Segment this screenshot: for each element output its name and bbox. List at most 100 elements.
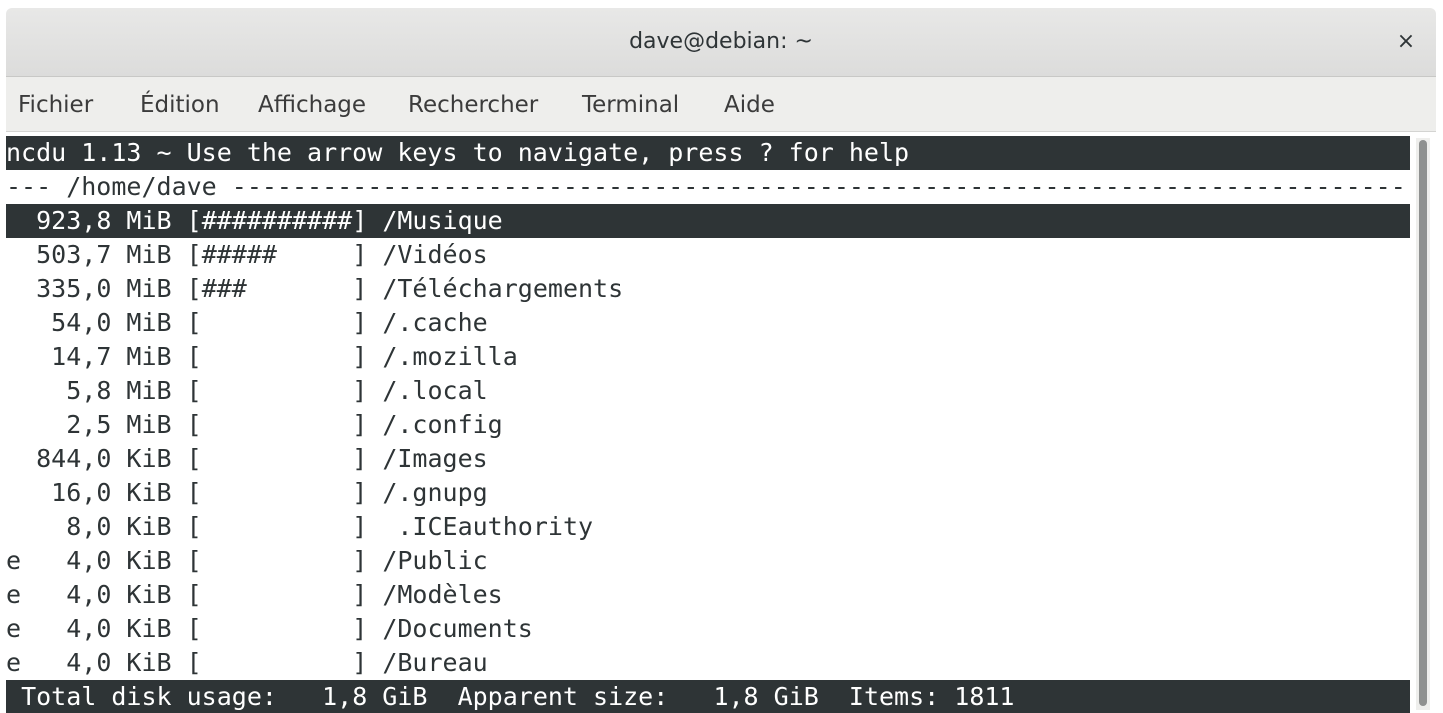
- row-flag-text: e: [6, 546, 22, 575]
- row-flag: [6, 444, 21, 473]
- row-bar-close: ]: [352, 274, 383, 303]
- row-size: 5,8 MiB: [21, 376, 171, 405]
- row-size-text: 54,0 MiB: [36, 308, 172, 337]
- row-name: /Modèles: [382, 580, 502, 609]
- menu-terminal[interactable]: Terminal: [582, 77, 679, 131]
- row-bar-open: [: [171, 308, 202, 337]
- row-size: 4,0 KiB: [21, 546, 172, 575]
- menu-aide[interactable]: Aide: [724, 77, 775, 131]
- terminal-area[interactable]: ncdu 1.13 ~ Use the arrow keys to naviga…: [6, 132, 1436, 713]
- row-name-text: /Modèles: [382, 580, 503, 609]
- row-flag-text: e: [6, 648, 22, 677]
- row-bar-open: [: [171, 546, 202, 575]
- window-title: dave@debian: ~: [629, 29, 813, 54]
- menu-rechercher[interactable]: Rechercher: [408, 77, 538, 131]
- row-bar: ##########: [202, 206, 353, 235]
- row-name-text: /Bureau: [382, 648, 488, 677]
- file-row[interactable]: e 4,0 KiB [ ] /Bureau: [6, 646, 1410, 680]
- row-bar-close: ]: [352, 410, 383, 439]
- file-row[interactable]: e 4,0 KiB [ ] /Public: [6, 544, 1410, 578]
- row-bar: [202, 580, 353, 609]
- row-name: /Images: [382, 444, 487, 473]
- row-bar: [202, 376, 353, 405]
- row-name-text: /Vidéos: [382, 240, 488, 269]
- row-flag-text: e: [6, 614, 22, 643]
- menu-fichier[interactable]: Fichier: [18, 77, 93, 131]
- row-name: /.gnupg: [382, 478, 487, 507]
- file-row[interactable]: 2,5 MiB [ ] /.config: [6, 408, 1410, 442]
- row-flag-text: [6, 342, 21, 371]
- row-bar-text: [202, 376, 353, 405]
- row-bar: [202, 410, 353, 439]
- ncdu-header: ncdu 1.13 ~ Use the arrow keys to naviga…: [6, 136, 1410, 170]
- items-count: 1811: [954, 682, 1015, 711]
- row-name: /Vidéos: [382, 240, 487, 269]
- row-size-text: 503,7 MiB: [36, 240, 172, 269]
- row-flag-text: e: [6, 580, 22, 609]
- row-name-text: /.gnupg: [382, 478, 488, 507]
- row-flag: [6, 342, 21, 371]
- file-row[interactable]: 335,0 MiB [### ] /Téléchargements: [6, 272, 1410, 306]
- row-bar-text: [202, 580, 353, 609]
- file-row[interactable]: 14,7 MiB [ ] /.mozilla: [6, 340, 1410, 374]
- row-size-text: 2,5 MiB: [36, 410, 172, 439]
- row-bar: [202, 546, 353, 575]
- row-flag: e: [6, 648, 21, 677]
- row-size-text: 4,0 KiB: [36, 546, 172, 575]
- row-name: /Documents: [382, 614, 533, 643]
- file-row[interactable]: e 4,0 KiB [ ] /Documents: [6, 612, 1410, 646]
- row-bar-text: [202, 478, 353, 507]
- file-row[interactable]: 844,0 KiB [ ] /Images: [6, 442, 1410, 476]
- file-row[interactable]: 16,0 KiB [ ] /.gnupg: [6, 476, 1410, 510]
- file-row[interactable]: 503,7 MiB [##### ] /Vidéos: [6, 238, 1410, 272]
- total-disk-usage-value: 1,8 GiB: [322, 682, 428, 711]
- file-row[interactable]: e 4,0 KiB [ ] /Modèles: [6, 578, 1410, 612]
- row-bar: [202, 648, 353, 677]
- row-bar-close: ]: [352, 512, 383, 541]
- close-button[interactable]: ×: [1392, 28, 1420, 56]
- row-flag: e: [6, 614, 21, 643]
- row-bar-close: ]: [352, 342, 383, 371]
- row-bar: #####: [202, 240, 353, 269]
- file-row[interactable]: 5,8 MiB [ ] /.local: [6, 374, 1410, 408]
- row-bar-open: [: [171, 580, 202, 609]
- row-flag-text: [6, 444, 21, 473]
- row-bar: [202, 512, 353, 541]
- row-bar-text: #####: [201, 240, 353, 269]
- row-name-text: /.config: [382, 410, 503, 439]
- row-bar: [202, 444, 353, 473]
- row-size-text: 923,8 MiB: [36, 206, 172, 235]
- row-bar-close: ]: [352, 308, 383, 337]
- file-row[interactable]: 54,0 MiB [ ] /.cache: [6, 306, 1410, 340]
- row-flag: [6, 240, 21, 269]
- row-bar-text: [202, 546, 353, 575]
- row-size: 923,8 MiB: [21, 206, 172, 235]
- row-size-text: 335,0 MiB: [36, 274, 172, 303]
- terminal-scrollbar[interactable]: [1416, 138, 1430, 710]
- row-bar-close: ]: [352, 376, 383, 405]
- row-size-text: 4,0 KiB: [36, 580, 172, 609]
- row-name: /Musique: [382, 206, 502, 235]
- ncdu-path-line: --- /home/dave -------------------------…: [6, 172, 1410, 201]
- file-row[interactable]: 8,0 KiB [ ] .ICEauthority: [6, 510, 1410, 544]
- row-bar-open: [: [171, 206, 202, 235]
- row-name-text: /Images: [382, 444, 488, 473]
- row-bar-text: ##########: [201, 206, 353, 235]
- file-row-selected[interactable]: 923,8 MiB [##########] /Musique: [6, 204, 1410, 238]
- row-name-text: /.cache: [382, 308, 488, 337]
- row-bar: ###: [202, 274, 353, 303]
- row-bar-text: [202, 410, 353, 439]
- row-size: 54,0 MiB: [21, 308, 172, 337]
- row-bar-close: ]: [352, 240, 383, 269]
- row-bar-close: ]: [352, 478, 383, 507]
- row-flag-text: [6, 478, 21, 507]
- menu-affichage[interactable]: Affichage: [258, 77, 366, 131]
- menu-edition[interactable]: Édition: [140, 77, 220, 131]
- row-size-text: 8,0 KiB: [36, 512, 172, 541]
- title-bar[interactable]: dave@debian: ~ ×: [6, 8, 1436, 77]
- row-size-text: 4,0 KiB: [36, 614, 172, 643]
- row-bar-close: ]: [352, 614, 383, 643]
- scrollbar-thumb[interactable]: [1419, 140, 1427, 706]
- row-bar: [202, 342, 353, 371]
- row-size: 14,7 MiB: [21, 342, 171, 371]
